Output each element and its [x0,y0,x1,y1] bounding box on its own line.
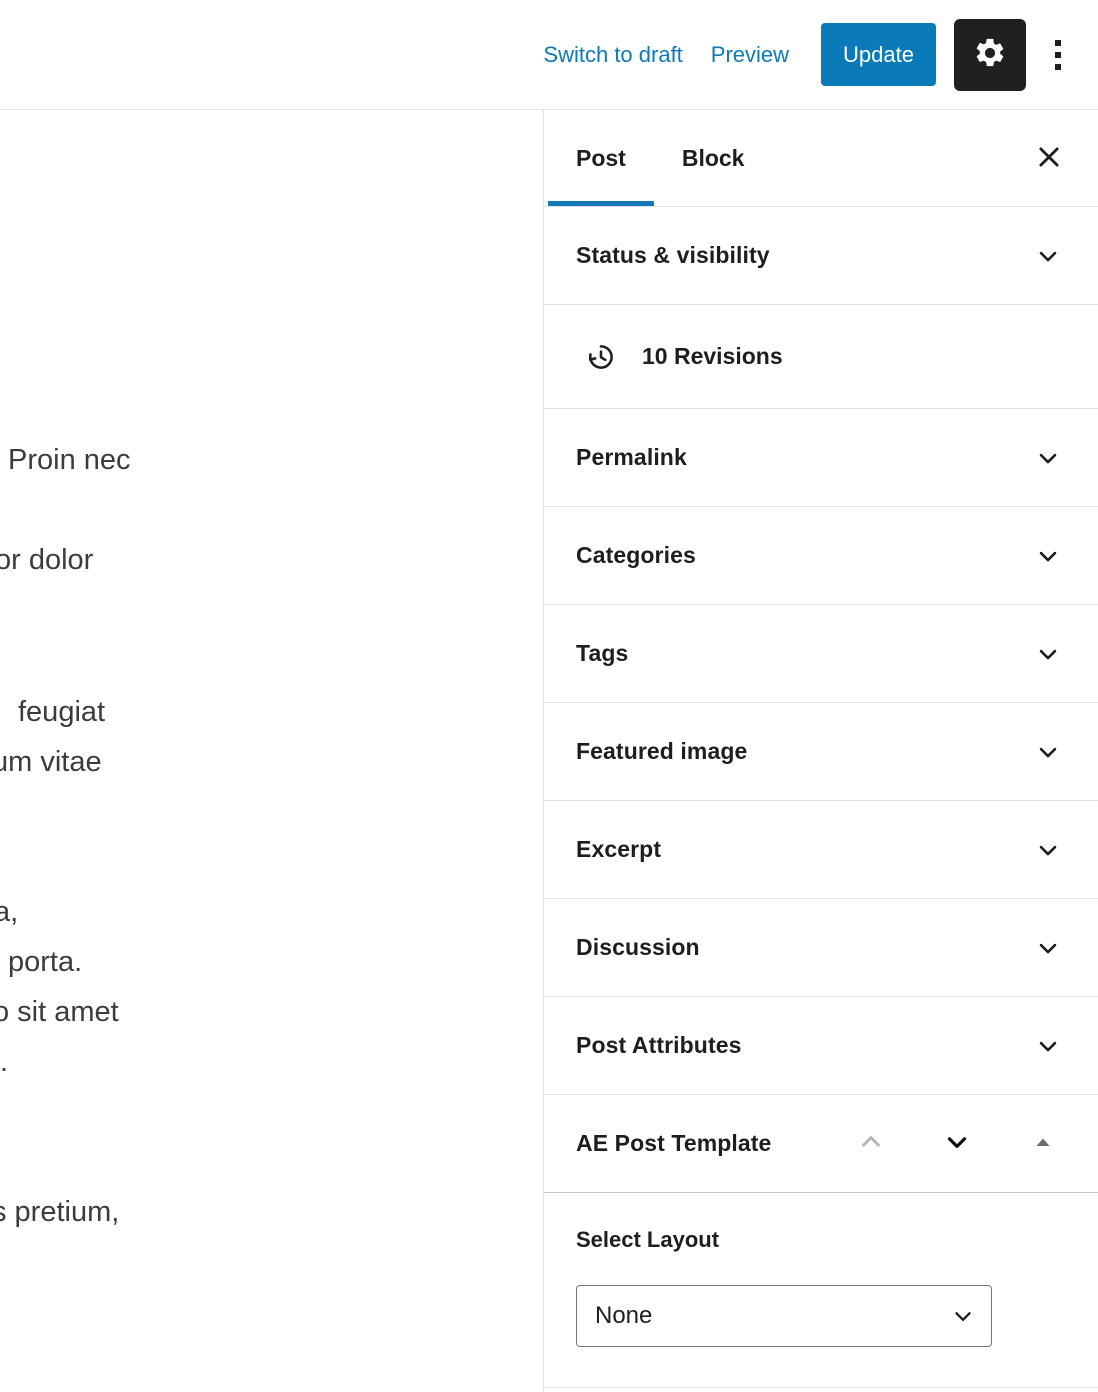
switch-to-draft-button[interactable]: Switch to draft [529,34,696,76]
panel-post-attributes[interactable]: Post Attributes [544,997,1098,1095]
settings-button[interactable] [954,18,1026,91]
editor-header-toolbar: Switch to draft Preview Update [0,0,1098,110]
move-panel-up-button[interactable] [840,1113,902,1175]
gear-icon [973,36,1007,73]
revisions-button[interactable]: 10 Revisions [544,305,1098,409]
panel-excerpt-label: Excerpt [576,836,662,862]
panel-permalink[interactable]: Permalink [544,409,1098,507]
move-panel-down-button[interactable] [926,1113,988,1175]
chevron-down-icon [1030,440,1066,476]
paragraph-block[interactable]: . [0,1037,8,1087]
panel-tags-label: Tags [576,640,629,666]
chevron-down-icon [1030,238,1066,274]
panel-categories-label: Categories [576,542,696,568]
post-content-canvas[interactable]: Proin nec or dolor feugiat um vitae a, porta.… [0,110,543,1392]
tab-block[interactable]: Block [654,110,773,206]
revisions-clock-icon [582,338,620,376]
panel-tags[interactable]: Tags [544,605,1098,703]
kebab-menu-icon-dot3 [1055,63,1061,70]
chevron-down-icon [1030,832,1066,868]
editor-window: Switch to draft Preview Update Proin nec… [0,0,1098,1392]
panel-featured-image-label: Featured image [576,738,748,764]
paragraph-block[interactable]: a, [0,887,18,937]
chevron-down-icon [1030,538,1066,574]
panel-status-and-visibility-label: Status & visibility [576,242,770,268]
post-settings-sidebar: Post Block Status & visibility 10 Revisi… [543,110,1098,1392]
chevron-down-icon [1030,1028,1066,1064]
paragraph-block[interactable]: Proin nec [8,435,131,485]
paragraph-block[interactable]: feugiat [18,687,105,737]
chevron-down-icon [1030,636,1066,672]
select-layout-dropdown[interactable]: None [576,1285,992,1347]
paragraph-block[interactable]: s pretium, [0,1187,119,1237]
panel-excerpt[interactable]: Excerpt [544,801,1098,899]
kebab-menu-icon-dot2 [1055,51,1061,58]
panel-ae-post-template[interactable]: AE Post Template [544,1095,1098,1193]
paragraph-block[interactable]: porta. [8,937,82,987]
panel-categories[interactable]: Categories [544,507,1098,605]
panel-permalink-label: Permalink [576,444,687,470]
sidebar-tabbar: Post Block [544,110,1098,207]
panel-discussion[interactable]: Discussion [544,899,1098,997]
sidebar-panel-list: Permalink Categories Tags Featured image Exc… [544,409,1098,1095]
ae-post-template-controls [816,1113,1074,1175]
close-icon [1035,143,1063,174]
ae-post-template-body: Select Layout None [544,1193,1098,1388]
panel-ae-post-template-label: AE Post Template [576,1130,772,1156]
tab-post[interactable]: Post [548,110,654,206]
panel-featured-image[interactable]: Featured image [544,703,1098,801]
panel-discussion-label: Discussion [576,934,700,960]
select-layout-label: Select Layout [576,1227,720,1252]
preview-button[interactable]: Preview [697,34,803,76]
more-options-button[interactable] [1032,19,1084,91]
panel-status-and-visibility[interactable]: Status & visibility [544,207,1098,305]
select-layout-wrapper: None [576,1285,992,1347]
paragraph-block[interactable]: o sit amet [0,987,119,1037]
kebab-menu-icon [1055,39,1061,46]
revisions-label: 10 Revisions [642,343,783,369]
close-sidebar-button[interactable] [1022,131,1076,185]
panel-post-attributes-label: Post Attributes [576,1032,742,1058]
chevron-down-icon [942,1127,972,1160]
update-button[interactable]: Update [821,23,936,86]
paragraph-block[interactable]: or dolor [0,535,93,585]
chevron-down-icon [1030,930,1066,966]
collapse-panel-button[interactable] [1012,1113,1074,1175]
chevron-up-icon [856,1127,886,1160]
chevron-down-icon [1030,734,1066,770]
paragraph-block[interactable]: um vitae [0,737,102,787]
triangle-up-icon [1031,1130,1055,1157]
